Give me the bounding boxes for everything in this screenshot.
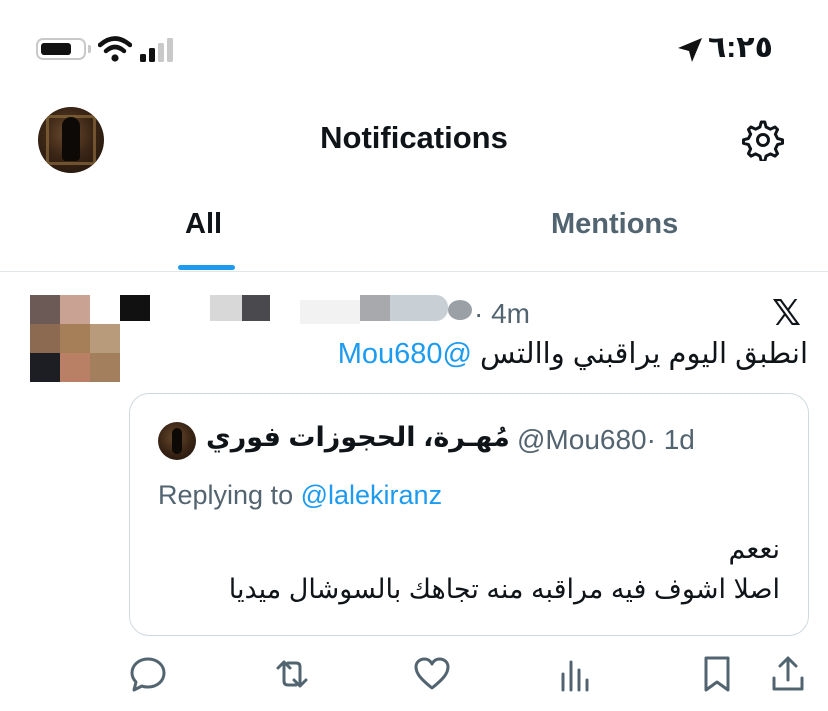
x-logo-icon: 𝕏 [772, 293, 802, 334]
status-bar: ٦:٢٥ [0, 0, 828, 96]
retweet-icon[interactable] [272, 654, 312, 694]
tabs-divider [0, 271, 828, 272]
quoted-time: · 1d [646, 424, 695, 455]
status-time: ٦:٢٥ [708, 31, 773, 64]
bookmark-icon[interactable] [697, 654, 737, 694]
replying-to: Replying to @lalekiranz [158, 480, 442, 511]
redacted-name-block [120, 295, 150, 321]
gear-icon[interactable] [742, 119, 784, 161]
quoted-avatar[interactable] [158, 422, 196, 460]
redacted-name-block [448, 300, 472, 320]
tab-mentions[interactable]: Mentions [551, 208, 678, 241]
quoted-handle-time: @Mou680· 1d [517, 424, 695, 456]
tweet-text: انطبق اليوم يراقبني واالتس @Mou680 [338, 336, 808, 371]
replying-to-mention[interactable]: @lalekiranz [301, 480, 442, 510]
quoted-tweet-card[interactable]: مُهـرة، الحجوزات فوري @Mou680· 1d Replyi… [129, 393, 809, 636]
redacted-name-block [360, 295, 390, 321]
quoted-display-name: مُهـرة، الحجوزات فوري [206, 422, 510, 452]
quoted-text-line: نععم [728, 534, 780, 564]
location-arrow-icon [678, 38, 702, 62]
views-icon[interactable] [555, 654, 595, 694]
notifier-avatar-pixelated[interactable] [30, 295, 120, 382]
replying-prefix: Replying to [158, 480, 294, 510]
like-icon[interactable] [412, 654, 452, 694]
tweet-mention[interactable]: @Mou680 [338, 338, 472, 370]
battery-nub [88, 45, 91, 53]
redacted-name-block [210, 295, 242, 321]
redacted-name-block [300, 300, 360, 324]
reply-icon[interactable] [128, 654, 168, 694]
battery-icon [36, 38, 86, 60]
notification-time: · 4m [474, 298, 530, 329]
tweet-body: انطبق اليوم يراقبني واالتس [480, 338, 808, 370]
redacted-name-block [390, 295, 448, 321]
page-title: Notifications [320, 120, 508, 155]
wifi-icon [98, 36, 132, 62]
active-tab-indicator [178, 265, 235, 270]
signal-icon [140, 38, 173, 62]
quoted-handle: @Mou680 [517, 424, 647, 455]
share-icon[interactable] [768, 654, 808, 694]
tab-all[interactable]: All [185, 208, 222, 241]
redacted-name-block [242, 295, 270, 321]
quoted-text-line: اصلا اشوف فيه مراقبه منه تجاهك بالسوشال … [228, 574, 780, 604]
